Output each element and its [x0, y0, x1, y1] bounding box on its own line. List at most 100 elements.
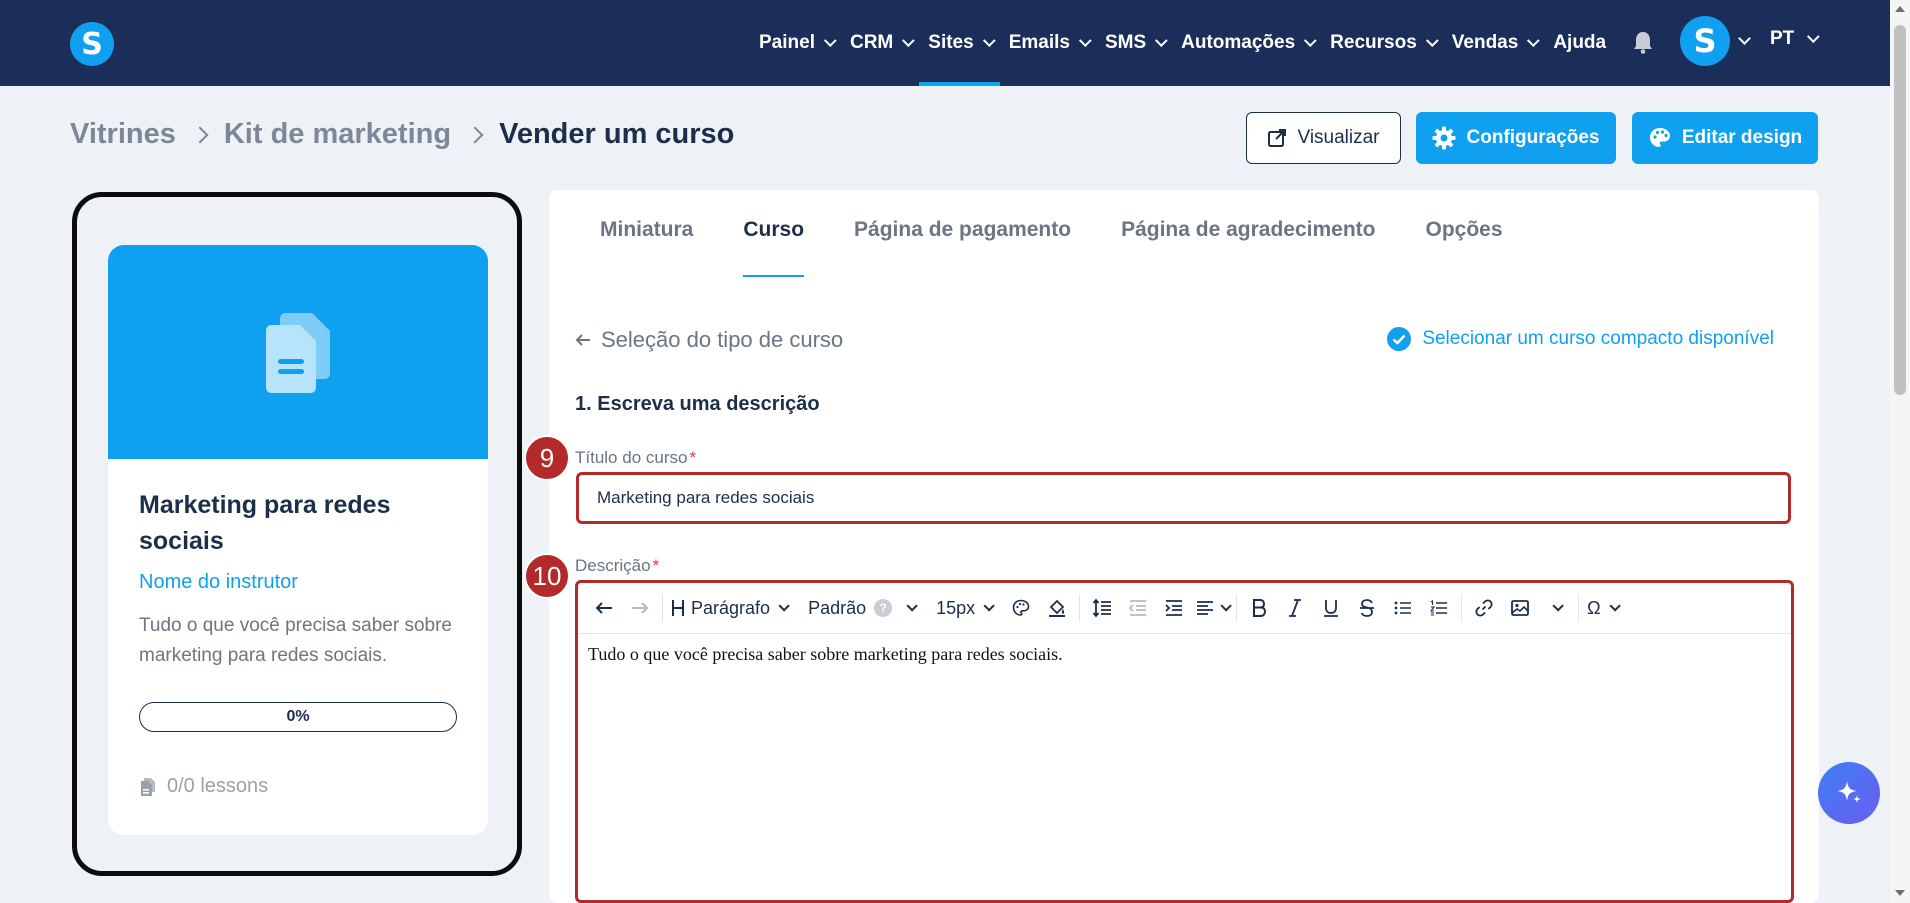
app-logo[interactable]: S [70, 22, 114, 66]
course-editor-panel: Miniatura Curso Página de pagamento Pági… [549, 190, 1819, 903]
chevron-down-icon [906, 600, 918, 612]
nav-item-crm[interactable]: CRM [841, 0, 919, 86]
course-title-input[interactable] [576, 472, 1791, 524]
breadcrumb-kit-marketing[interactable]: Kit de marketing [224, 118, 451, 151]
chevron-down-icon[interactable] [1738, 32, 1751, 45]
step-badge-10: 10 [524, 553, 570, 599]
indent-button[interactable] [1156, 592, 1192, 624]
breadcrumb-vitrines[interactable]: Vitrines [70, 118, 176, 151]
nav-item-label: SMS [1104, 32, 1147, 53]
documents-icon [266, 313, 330, 393]
nav-item-ajuda[interactable]: Ajuda [1544, 0, 1615, 86]
user-avatar[interactable]: S [1680, 16, 1730, 66]
indent-icon [1165, 600, 1183, 616]
line-height-button[interactable] [1084, 592, 1120, 624]
description-editor-content[interactable]: Tudo o que você precisa saber sobre mark… [578, 634, 1791, 675]
scroll-up-arrow-icon[interactable] [1895, 6, 1905, 12]
nav-item-automações[interactable]: Automações [1172, 0, 1321, 86]
nav-item-label: Emails [1008, 32, 1070, 53]
section-title: 1. Escreva uma descrição [575, 393, 820, 415]
top-navbar: S Painel CRM Sites Emails SMS Automações Recur… [0, 0, 1910, 86]
nav-item-sms[interactable]: SMS [1096, 0, 1172, 86]
editor-toolbar: Parágrafo Padrão ? 15px Ω [578, 583, 1791, 634]
nav-item-sites[interactable]: Sites [919, 0, 1001, 86]
underline-button[interactable] [1313, 592, 1349, 624]
breadcrumb: Vitrines Kit de marketing Vender um curs… [70, 118, 734, 151]
undo-button[interactable] [586, 592, 622, 624]
preview-button[interactable]: Visualizar [1246, 112, 1401, 164]
back-to-course-type-link[interactable]: Seleção do tipo de curso [575, 327, 843, 353]
progress-bar: 0% [139, 702, 457, 732]
scroll-down-arrow-icon[interactable] [1895, 890, 1905, 896]
course-title-label-text: Título do curso [575, 448, 688, 467]
nav-item-label: CRM [849, 32, 894, 53]
align-left-icon [1197, 601, 1214, 615]
italic-button[interactable] [1277, 592, 1313, 624]
bold-button[interactable] [1241, 592, 1277, 624]
language-label: PT [1770, 28, 1795, 49]
paint-bucket-icon [1049, 599, 1066, 617]
chevron-down-icon [1609, 600, 1621, 612]
background-color-button[interactable] [1039, 592, 1075, 624]
undo-arrow-icon [595, 602, 612, 614]
toolbar-divider [1578, 594, 1580, 622]
heading-format-dropdown[interactable]: Parágrafo [667, 592, 790, 624]
nav-item-label: Automações [1181, 32, 1296, 53]
nav-item-emails[interactable]: Emails [1000, 0, 1096, 86]
image-button[interactable] [1502, 592, 1538, 624]
numbered-list-button[interactable] [1421, 592, 1457, 624]
text-color-button[interactable] [1003, 592, 1039, 624]
tab-pagina-pagamento[interactable]: Página de pagamento [829, 190, 1096, 264]
nav-item-recursos[interactable]: Recursos [1321, 0, 1443, 86]
tab-opcoes[interactable]: Opções [1401, 190, 1528, 264]
select-compact-course-link[interactable]: Selecionar um curso compacto disponível [1386, 326, 1774, 352]
chevron-down-icon [1527, 33, 1541, 47]
bell-icon[interactable] [1632, 30, 1654, 54]
toolbar-divider [1079, 594, 1081, 622]
help-icon: ? [874, 599, 893, 617]
tab-bar: Miniatura Curso Página de pagamento Pági… [549, 190, 1528, 277]
font-family-dropdown[interactable]: Padrão ? [804, 592, 918, 624]
nav-item-label: Painel [759, 32, 815, 53]
font-size-dropdown[interactable]: 15px [932, 592, 995, 624]
settings-button[interactable]: Configurações [1416, 112, 1616, 164]
chevron-down-icon [902, 33, 915, 47]
outdent-icon [1128, 600, 1147, 616]
nav-item-vendas[interactable]: Vendas [1443, 0, 1545, 86]
toolbar-divider [662, 594, 663, 622]
scrollbar-thumb[interactable] [1894, 25, 1906, 395]
edit-design-button-label: Editar design [1681, 127, 1803, 148]
outdent-button[interactable] [1120, 592, 1156, 624]
bullet-list-button[interactable] [1385, 592, 1421, 624]
course-preview-hero [108, 245, 488, 459]
preview-course-description: Tudo o que você precisa saber sobre mark… [139, 615, 452, 667]
description-label: Descrição * [575, 556, 659, 576]
tab-pagina-agradecimento[interactable]: Página de agradecimento [1096, 190, 1400, 264]
underline-icon [1324, 600, 1339, 617]
insert-more-dropdown[interactable] [1538, 592, 1574, 624]
description-rich-text-editor[interactable]: Parágrafo Padrão ? 15px Ω Tudo o que voc… [575, 580, 1794, 903]
redo-button[interactable] [622, 592, 658, 624]
external-link-icon [1268, 129, 1287, 147]
chevron-down-icon [1425, 33, 1439, 47]
nav-item-painel[interactable]: Painel [750, 0, 841, 86]
alignment-dropdown[interactable] [1192, 592, 1232, 624]
preview-instructor-name: Nome do instrutor [139, 571, 298, 593]
tab-curso[interactable]: Curso [718, 190, 829, 277]
strikethrough-button[interactable] [1349, 592, 1385, 624]
link-button[interactable] [1466, 592, 1502, 624]
edit-design-button[interactable]: Editar design [1632, 112, 1818, 164]
page-title: Vender um curso [499, 118, 735, 150]
bold-icon [1253, 599, 1267, 617]
tab-miniatura[interactable]: Miniatura [549, 190, 718, 264]
chevron-down-icon [1807, 29, 1820, 43]
numbered-list-icon [1430, 600, 1448, 616]
special-characters-dropdown[interactable]: Ω [1583, 592, 1621, 624]
palette-icon [1649, 128, 1670, 147]
nav-item-label: Ajuda [1553, 32, 1607, 53]
language-selector[interactable]: PT [1770, 28, 1820, 50]
check-circle-icon [1387, 327, 1412, 351]
ai-assistant-button[interactable] [1818, 762, 1880, 824]
chevron-down-icon [1304, 33, 1317, 47]
redo-arrow-icon [632, 602, 649, 614]
